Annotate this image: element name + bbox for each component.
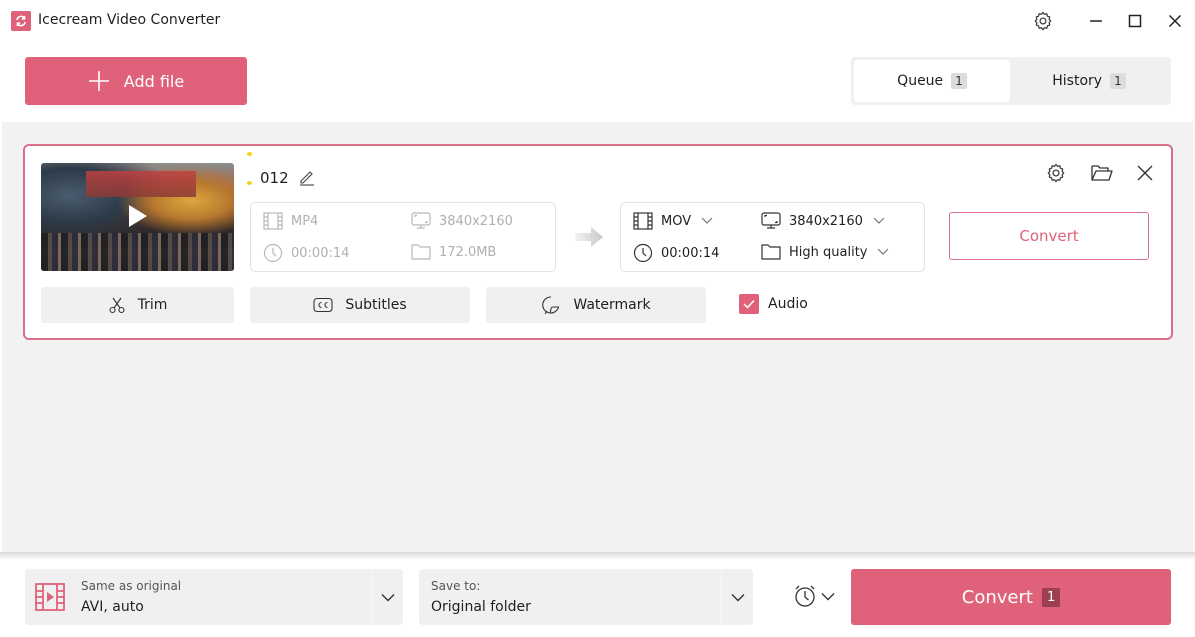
folder-open-icon	[1091, 165, 1113, 181]
close-icon	[1168, 14, 1182, 28]
target-duration: 00:00:14	[633, 243, 719, 263]
folder-icon	[761, 244, 781, 260]
scheduler-button[interactable]	[793, 583, 835, 609]
monitor-icon	[761, 212, 781, 229]
maximize-icon	[1128, 14, 1142, 28]
film-icon	[633, 212, 653, 230]
queue-item-card: 012 MP4 3840x2160 00:00:14 172.0MB MOV 3…	[23, 144, 1173, 340]
video-format-icon	[35, 583, 65, 611]
source-duration: 00:00:14	[263, 243, 349, 263]
close-window-button[interactable]	[1162, 8, 1188, 34]
clock-icon	[263, 243, 283, 263]
video-thumbnail[interactable]	[41, 163, 234, 271]
selection-dot	[247, 181, 252, 185]
target-resolution-dropdown[interactable]: 3840x2160	[761, 212, 885, 230]
audio-label: Audio	[768, 296, 808, 312]
source-resolution: 3840x2160	[411, 212, 513, 230]
target-format-dropdown[interactable]: MOV	[633, 212, 713, 230]
checkmark-icon	[743, 299, 755, 309]
history-count-badge: 1	[1110, 73, 1126, 89]
file-name: 012	[260, 169, 289, 187]
minimize-button[interactable]	[1083, 8, 1109, 34]
convert-all-button[interactable]: Convert 1	[851, 569, 1171, 625]
source-info: MP4 3840x2160 00:00:14 172.0MB	[250, 202, 556, 272]
gear-icon	[1034, 11, 1052, 31]
watermark-button[interactable]: Watermark	[486, 287, 706, 323]
plus-icon	[88, 71, 109, 91]
gear-icon	[1047, 163, 1065, 183]
alarm-clock-icon	[795, 585, 815, 607]
remove-item-button[interactable]	[1136, 164, 1154, 186]
settings-button[interactable]	[1030, 8, 1056, 34]
queue-history-tabs: Queue 1 History 1	[851, 57, 1171, 105]
item-settings-button[interactable]	[1045, 162, 1067, 188]
save-to-select[interactable]: Save to: Original folder	[419, 569, 753, 625]
queue-count-badge: 1	[951, 73, 967, 89]
format-value: AVI, auto	[81, 599, 144, 615]
open-folder-button[interactable]	[1090, 162, 1114, 188]
scissors-icon	[109, 297, 125, 314]
title-bar: Icecream Video Converter	[0, 0, 1195, 42]
film-icon	[263, 212, 283, 230]
save-to-caption: Save to:	[431, 579, 481, 593]
chevron-down-icon	[878, 248, 889, 255]
audio-toggle[interactable]: Audio	[739, 294, 808, 314]
pencil-icon	[300, 171, 314, 186]
convert-count-badge: 1	[1041, 587, 1061, 607]
target-quality-dropdown[interactable]: High quality	[761, 243, 889, 261]
chevron-down-icon	[701, 217, 713, 224]
app-window: Icecream Video Converter Add file Queue …	[0, 0, 1195, 637]
item-convert-button[interactable]: Convert	[949, 212, 1149, 260]
output-format-select[interactable]: Same as original AVI, auto	[25, 569, 403, 625]
trim-button[interactable]: Trim	[41, 287, 234, 323]
convert-all-label: Convert	[961, 586, 1033, 608]
subtitles-button[interactable]: Subtitles	[250, 287, 470, 323]
panel-divider	[0, 552, 1195, 560]
add-file-label: Add file	[123, 71, 185, 91]
tab-queue-label: Queue	[897, 73, 944, 89]
selection-dot	[247, 152, 252, 156]
clock-icon	[633, 243, 653, 263]
source-size: 172.0MB	[411, 243, 496, 261]
app-title: Icecream Video Converter	[38, 12, 221, 28]
tab-history[interactable]: History 1	[1010, 60, 1168, 102]
rename-button[interactable]	[298, 168, 316, 190]
audio-checkbox[interactable]	[739, 294, 759, 314]
add-file-button[interactable]: Add file	[25, 57, 247, 105]
closed-captions-icon	[313, 297, 333, 313]
close-icon	[1137, 165, 1153, 181]
target-settings: MOV 3840x2160 00:00:14 High quality	[620, 202, 925, 272]
minimize-icon	[1090, 20, 1102, 22]
save-to-value: Original folder	[431, 599, 531, 615]
app-logo-icon	[11, 11, 31, 31]
chevron-down-icon	[381, 593, 394, 601]
chevron-down-icon	[731, 593, 744, 601]
format-caption: Same as original	[81, 579, 182, 593]
source-format: MP4	[263, 212, 318, 230]
tab-queue[interactable]: Queue 1	[854, 60, 1010, 102]
monitor-icon	[411, 212, 431, 229]
arrow-right-icon	[573, 226, 605, 252]
save-to-dropdown-toggle[interactable]	[722, 569, 753, 625]
tab-history-label: History	[1052, 73, 1103, 89]
play-icon	[129, 205, 147, 227]
folder-icon	[411, 244, 431, 260]
format-dropdown-toggle[interactable]	[372, 569, 403, 625]
chevron-down-icon	[873, 217, 885, 224]
maximize-button[interactable]	[1122, 8, 1148, 34]
watermark-icon	[542, 296, 560, 315]
chevron-down-icon	[821, 592, 835, 600]
